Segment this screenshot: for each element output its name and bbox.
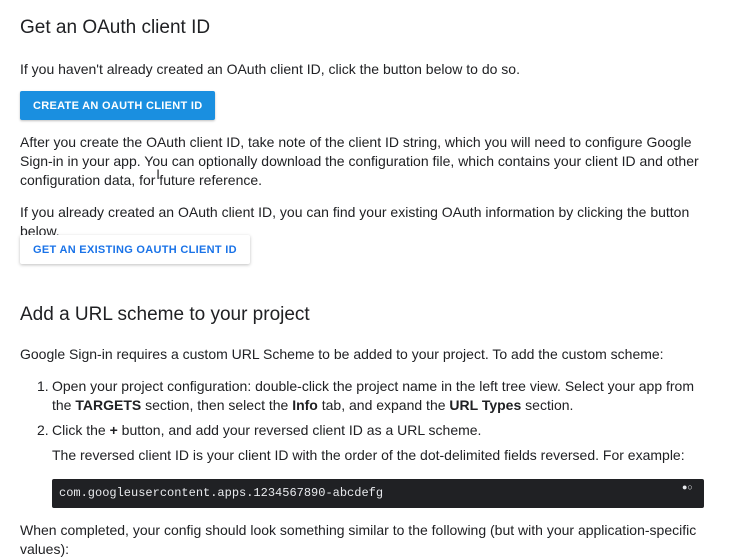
after-create-paragraph: After you create the OAuth client ID, ta… [20,134,699,188]
step-bold-targets: TARGETS [75,397,142,413]
step-text: button, and add your reversed client ID … [117,422,482,438]
step-bold-info: Info [292,397,318,413]
step-text: section. [521,397,574,413]
list-item-number: 2. [37,422,49,438]
get-existing-oauth-client-id-button[interactable]: GET AN EXISTING OAUTH CLIENT ID [20,235,250,264]
step-text: Click the [52,422,110,438]
url-scheme-intro: Google Sign-in requires a custom URL Sch… [20,346,664,362]
step-bold-plus: + [109,422,118,438]
code-block[interactable]: com.googleusercontent.apps.1234567890-ab… [52,479,704,508]
step-text: section, then select the [141,397,293,413]
step-text: tab, and expand the [317,397,450,413]
list-item-number: 1. [37,378,49,394]
code-text: com.googleusercontent.apps.1234567890-ab… [59,486,384,500]
step-bold-url-types: URL Types [449,397,522,413]
list-item: 1. Open your project configuration: doub… [20,377,710,415]
step-sub-paragraph: The reversed client ID is your client ID… [52,447,685,463]
list-item: 2. Click the + button, and add your reve… [20,421,710,465]
section-title-oauth-client-id: Get an OAuth client ID [20,17,211,38]
intro-paragraph: If you haven't already created an OAuth … [20,61,520,77]
dark-mode-toggle-icon[interactable]: ●○ [682,483,700,494]
section-title-url-scheme: Add a URL scheme to your project [20,304,310,325]
create-oauth-client-id-button[interactable]: CREATE AN OAUTH CLIENT ID [20,91,216,120]
steps-list: 1. Open your project configuration: doub… [20,377,710,465]
completed-paragraph: When completed, your config should look … [20,522,697,557]
